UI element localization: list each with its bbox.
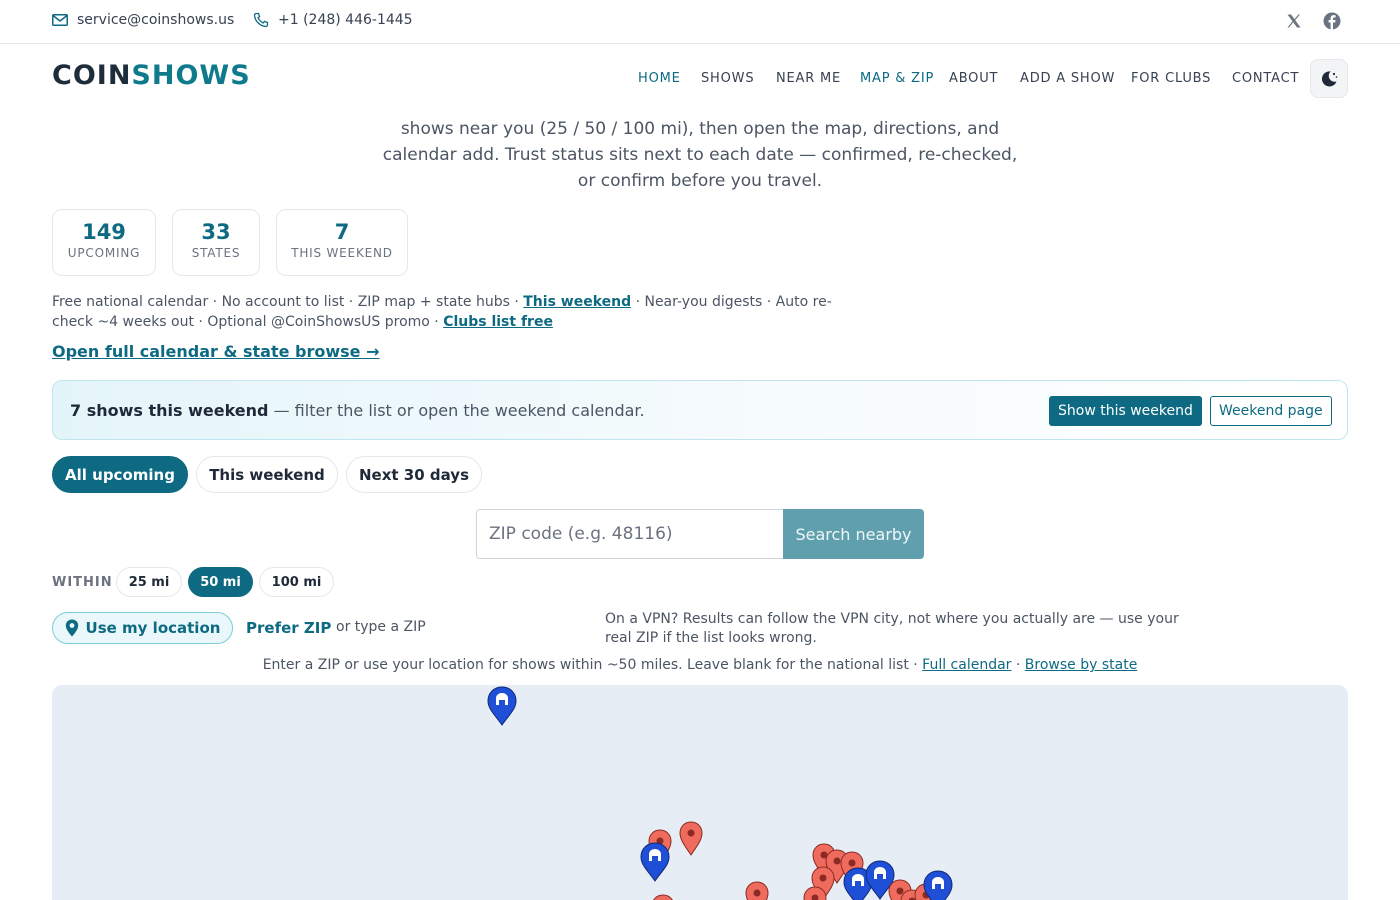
vpn-note: On a VPN? Results can follow the VPN cit… [605, 611, 1179, 646]
map-pin-blue-icon[interactable] [487, 686, 517, 726]
this-weekend-link[interactable]: This weekend [523, 294, 631, 310]
stat-value: 7 [334, 220, 350, 244]
weekend-page-button[interactable]: Weekend page [1210, 396, 1332, 426]
use-my-location-button[interactable]: Use my location [52, 612, 233, 644]
radius-50-button[interactable]: 50 mi [188, 567, 253, 597]
search-nearby-button[interactable]: Search nearby [783, 509, 924, 559]
use-my-location-label: Use my location [85, 619, 221, 637]
top-bar: service@coinshows.us +1 (248) 446-1445 [0, 0, 1400, 44]
banner-rest: — filter the list or open the weekend ca… [268, 401, 645, 420]
features-line: Free national calendar · No account to l… [52, 292, 832, 332]
x-icon[interactable] [1284, 11, 1304, 31]
intro-text: shows near you (25 / 50 / 100 mi), then … [370, 116, 1030, 194]
filter-all-upcoming[interactable]: All upcoming [52, 456, 188, 493]
stat-value: 149 [82, 220, 126, 244]
theme-toggle-button[interactable] [1310, 59, 1348, 98]
email-contact[interactable]: service@coinshows.us [52, 12, 234, 28]
radius-25-button[interactable]: 25 mi [116, 567, 182, 597]
phone-text: +1 (248) 446-1445 [278, 12, 413, 28]
full-calendar-hint-link[interactable]: Full calendar [922, 657, 1011, 673]
email-text: service@coinshows.us [77, 12, 235, 28]
stat-states: 33 STATES [172, 209, 260, 276]
intro-line-1: shows near you (25 / 50 / 100 mi), then … [400, 119, 1000, 139]
nav-shows[interactable]: SHOWS [701, 71, 754, 86]
map-pin-red-icon[interactable] [651, 894, 675, 900]
banner-text: 7 shows this weekend — filter the list o… [70, 401, 645, 420]
nav-for-clubs[interactable]: FOR CLUBS [1131, 71, 1211, 86]
hint-text: Enter a ZIP or use your location for sho… [262, 657, 923, 673]
map-pin-red-icon[interactable] [745, 881, 769, 900]
radius-100-button[interactable]: 100 mi [259, 567, 334, 597]
phone-contact[interactable]: +1 (248) 446-1445 [253, 12, 413, 28]
intro-line-2: calendar add. Trust status sits next to … [382, 145, 1018, 165]
nav-near-me[interactable]: NEAR ME [776, 71, 841, 86]
show-this-weekend-button[interactable]: Show this weekend [1049, 396, 1202, 426]
clubs-list-free-link[interactable]: Clubs list free [443, 314, 553, 330]
nav-add-a-show[interactable]: ADD A SHOW [1020, 71, 1115, 86]
zip-input[interactable] [476, 509, 784, 559]
logo-coin: COIN [52, 60, 132, 91]
logo-shows: SHOWS [131, 60, 251, 91]
map-pin-blue-icon[interactable] [923, 870, 953, 900]
stat-label: UPCOMING [67, 246, 141, 260]
intro-line-3: or confirm before you travel. [577, 171, 823, 191]
hint-separator: · [1011, 657, 1025, 673]
nav-contact[interactable]: CONTACT [1232, 71, 1299, 86]
stat-upcoming: 149 UPCOMING [52, 209, 156, 276]
full-calendar-link[interactable]: Open full calendar & state browse → [52, 342, 380, 361]
stat-this-weekend: 7 THIS WEEKEND [276, 209, 408, 276]
map-pin-blue-icon[interactable] [640, 842, 670, 882]
map-pin-red-icon[interactable] [679, 821, 703, 856]
filter-next-30-days[interactable]: Next 30 days [346, 456, 482, 493]
stat-label: STATES [191, 246, 241, 260]
stat-value: 33 [201, 220, 231, 244]
within-label: WITHIN [52, 575, 113, 590]
map-markers-layer [487, 686, 953, 900]
stat-label: THIS WEEKEND [291, 246, 393, 260]
weekend-banner: 7 shows this weekend — filter the list o… [52, 380, 1348, 440]
nav-map-zip[interactable]: MAP & ZIP [860, 71, 934, 86]
location-pin-icon [65, 619, 78, 637]
shows-map[interactable] [52, 685, 1348, 900]
nav-home[interactable]: HOME [638, 71, 681, 86]
facebook-icon[interactable] [1322, 11, 1342, 31]
mail-icon [52, 14, 68, 26]
prefer-zip-link[interactable]: Prefer ZIP [246, 619, 331, 637]
nav-about[interactable]: ABOUT [949, 71, 998, 86]
or-type-zip-text: or type a ZIP [336, 619, 426, 635]
banner-bold: 7 shows this weekend [70, 401, 269, 420]
search-hint: Enter a ZIP or use your location for sho… [0, 657, 1400, 673]
filter-this-weekend[interactable]: This weekend [196, 456, 338, 493]
browse-by-state-link[interactable]: Browse by state [1025, 657, 1138, 673]
phone-icon [253, 12, 269, 28]
site-logo[interactable]: COINSHOWS [52, 60, 251, 91]
moon-icon [1321, 70, 1338, 86]
features-text-1: Free national calendar · No account to l… [52, 294, 524, 310]
